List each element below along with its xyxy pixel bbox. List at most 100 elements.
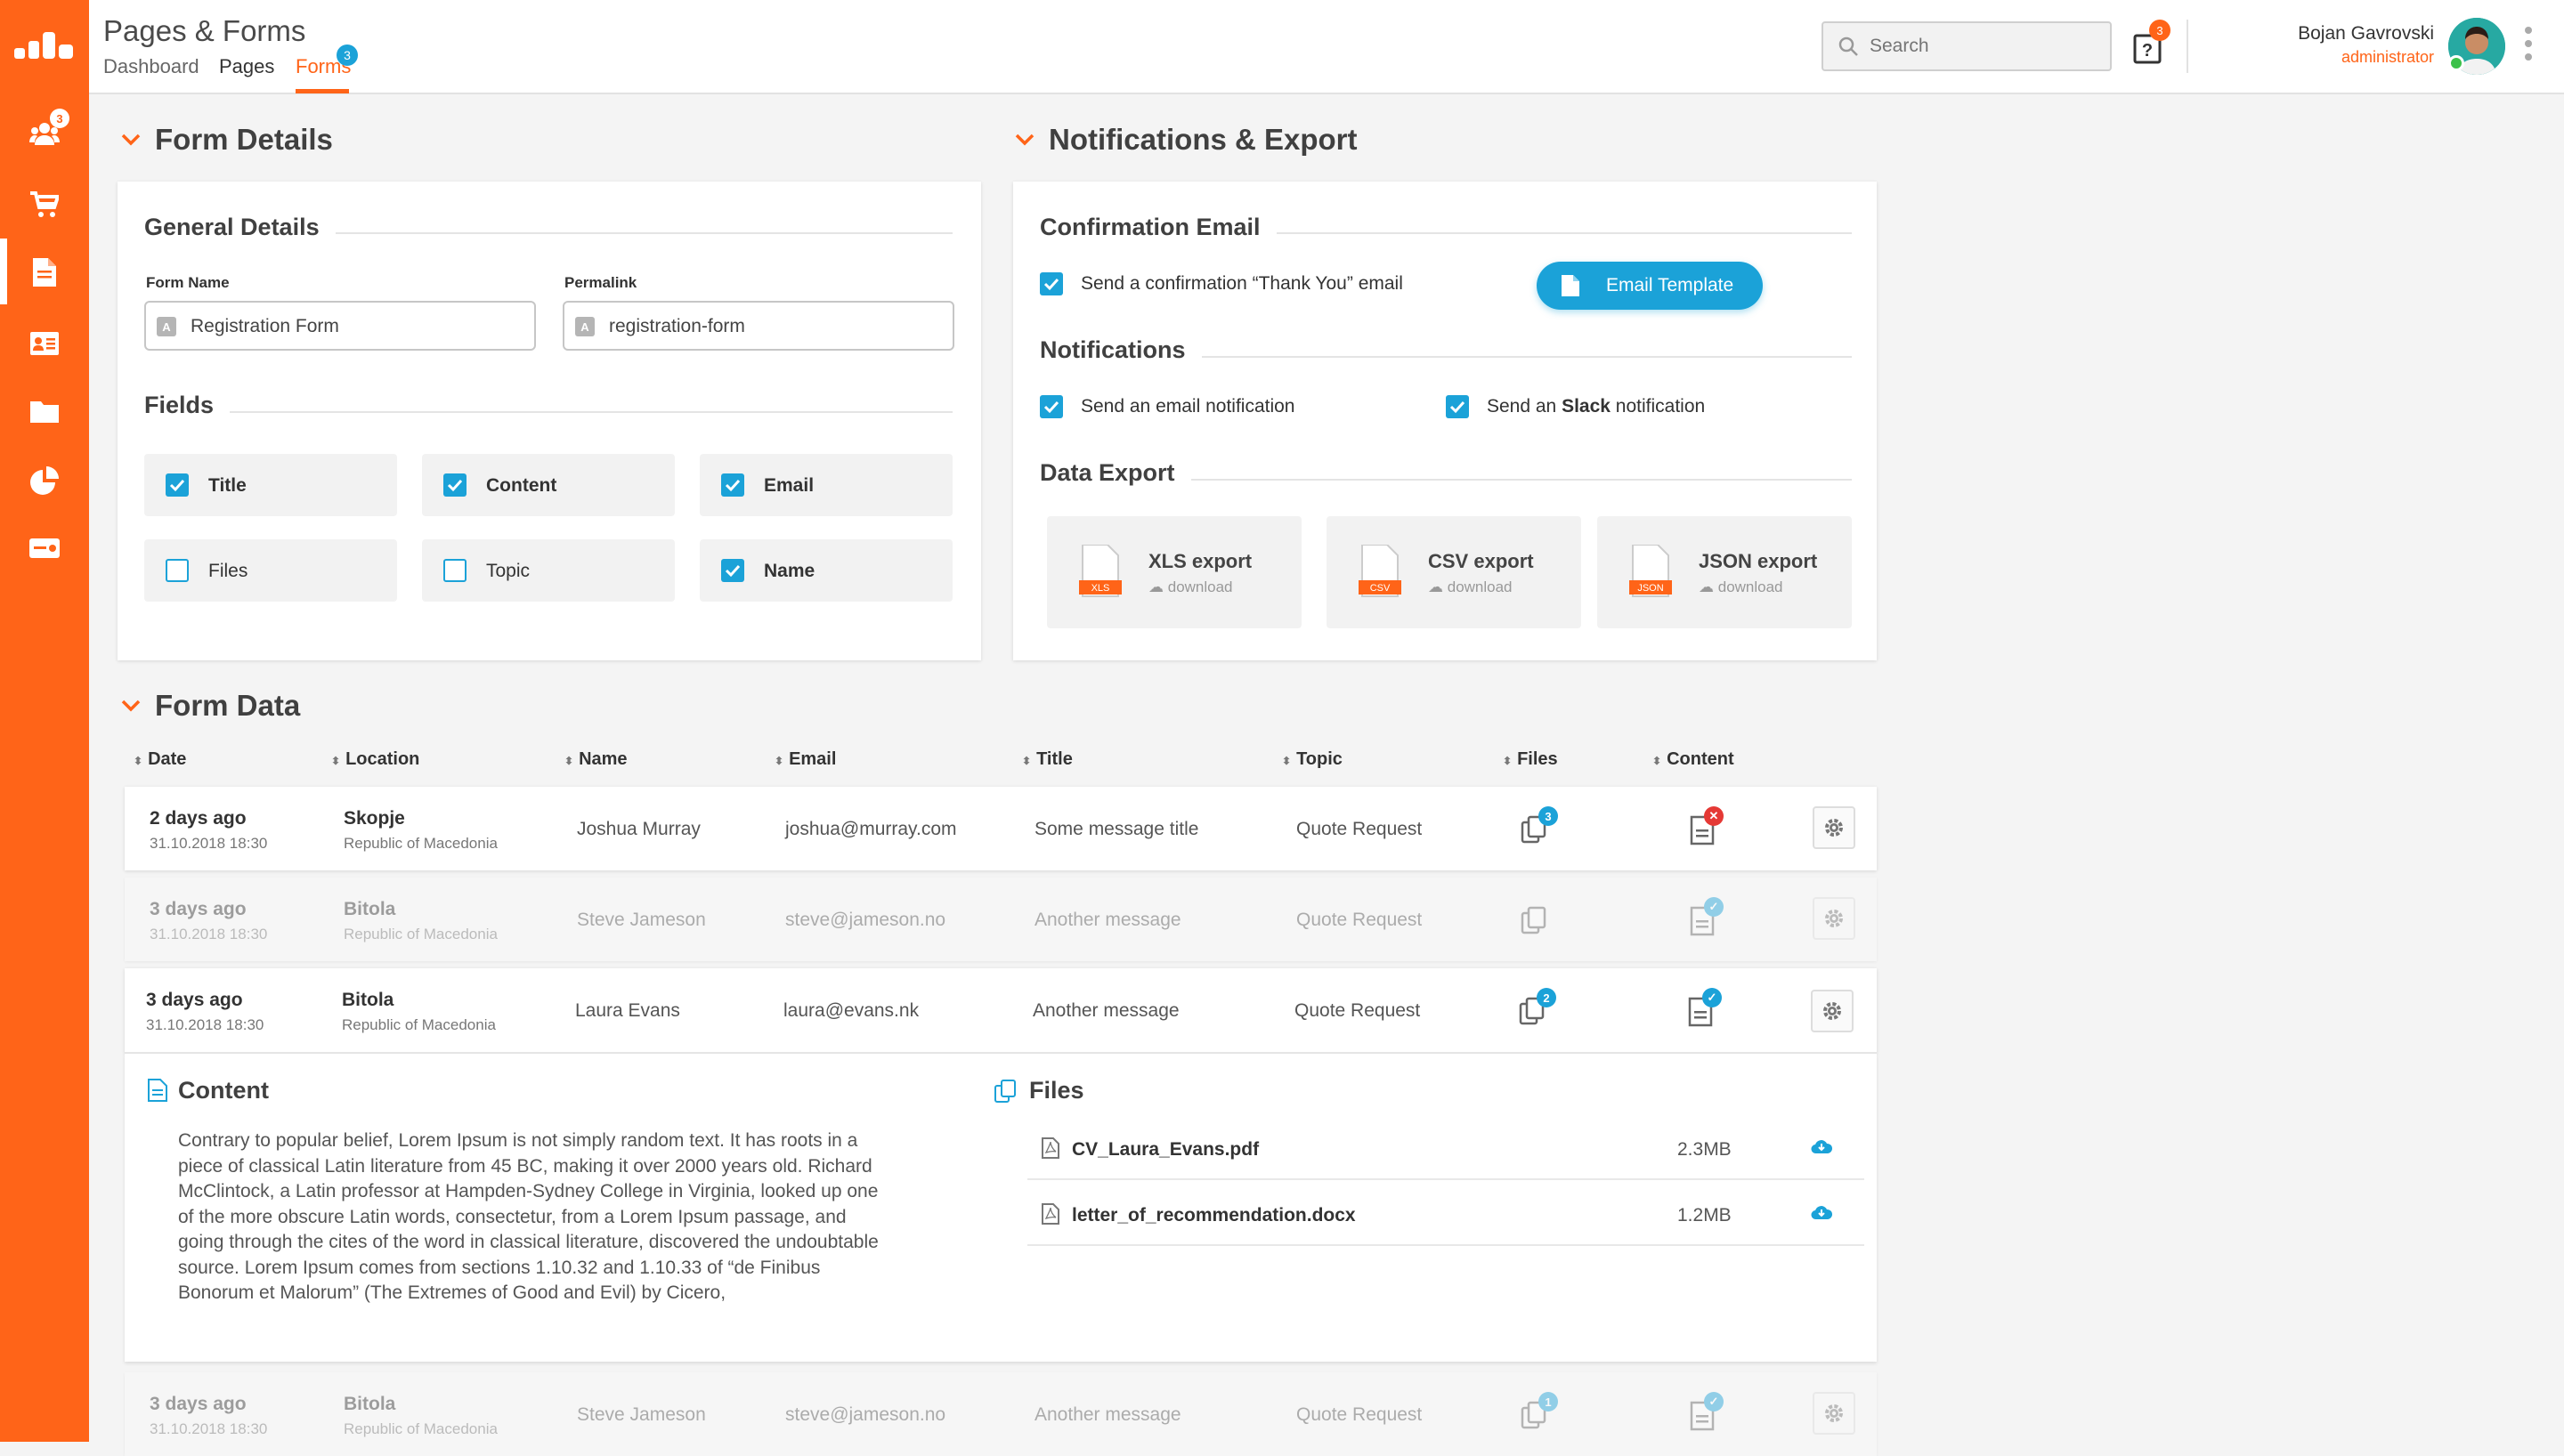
row-email[interactable]: laura@evans.nk (783, 1000, 919, 1022)
row-settings-button[interactable] (1813, 897, 1855, 940)
logo-icon[interactable] (14, 27, 75, 62)
search-input[interactable] (1870, 34, 2101, 59)
email-template-button[interactable]: Email Template (1537, 262, 1763, 310)
csv-export-card[interactable]: CSV CSV export ☁ download (1327, 516, 1581, 628)
field-option-topic[interactable]: Topic (422, 539, 675, 602)
download-link[interactable]: ☁ download (1699, 578, 1783, 596)
content-ok-icon: ✓ (1704, 1392, 1724, 1412)
file-list-item[interactable]: letter_of_recommendation.docx 1.2MB (1027, 1182, 1864, 1246)
file-list-item[interactable]: CV_Laura_Evans.pdf 2.3MB (1027, 1116, 1864, 1180)
column-header-location[interactable]: ⬍ Location (331, 749, 419, 770)
field-option-email[interactable]: Email (700, 454, 953, 516)
row-city: Skopje (344, 808, 405, 829)
chevron-down-icon[interactable] (121, 700, 141, 712)
field-option-name[interactable]: Name (700, 539, 953, 602)
row-topic: Quote Request (1296, 910, 1423, 930)
row-settings-button[interactable] (1813, 1392, 1855, 1435)
tab-pages[interactable]: Pages (219, 55, 274, 78)
checkbox-checked-icon[interactable] (721, 559, 744, 582)
gear-icon (1825, 1404, 1843, 1422)
sidebar-item-files[interactable] (27, 393, 62, 429)
form-name-label: Form Name (146, 274, 230, 291)
row-email[interactable]: steve@jameson.no (785, 910, 945, 931)
confirmation-email-option[interactable]: Send a confirmation “Thank You” email (1040, 272, 1403, 295)
file-name[interactable]: CV_Laura_Evans.pdf (1072, 1139, 1259, 1161)
table-row[interactable]: 3 days ago 31.10.2018 18:30 Bitola Repub… (125, 1372, 1877, 1456)
xls-export-card[interactable]: XLS XLS export ☁ download (1047, 516, 1302, 628)
row-city: Bitola (344, 899, 396, 919)
chevron-down-icon[interactable] (121, 133, 141, 146)
row-settings-button[interactable] (1811, 990, 1854, 1032)
column-header-date[interactable]: ⬍ Date (134, 749, 186, 770)
more-options-icon[interactable] (2525, 27, 2532, 67)
svg-text:JSON: JSON (1637, 583, 1663, 594)
page-title: Pages & Forms (103, 14, 306, 47)
cloud-download-icon[interactable] (1811, 1137, 1832, 1155)
column-header-files[interactable]: ⬍ Files (1503, 749, 1558, 770)
field-option-content[interactable]: Content (422, 454, 675, 516)
json-file-icon: JSON (1629, 545, 1672, 597)
text-field-icon: A (157, 317, 176, 336)
column-header-email[interactable]: ⬍ Email (775, 749, 836, 770)
email-notification-option[interactable]: Send an email notification (1040, 395, 1295, 418)
content-ok-icon: ✓ (1702, 988, 1722, 1007)
row-email[interactable]: joshua@murray.com (785, 819, 957, 840)
checkbox-unchecked-icon[interactable] (443, 559, 467, 582)
forms-tab-badge: 3 (337, 44, 358, 66)
checkbox-checked-icon[interactable] (443, 473, 467, 497)
table-row-expanded[interactable]: 3 days ago 31.10.2018 18:30 Bitola Repub… (125, 968, 1877, 1054)
sidebar-item-cart[interactable] (27, 187, 62, 222)
download-link[interactable]: ☁ download (1148, 578, 1233, 596)
row-name: Laura Evans (575, 1000, 680, 1021)
json-export-card[interactable]: JSON JSON export ☁ download (1597, 516, 1852, 628)
field-option-label: Topic (486, 561, 531, 581)
files-count-badge: 1 (1538, 1392, 1558, 1412)
form-name-field[interactable]: A Registration Form (144, 301, 536, 351)
row-city: Bitola (344, 1394, 396, 1414)
sidebar-item-reports[interactable] (27, 463, 62, 498)
column-header-content[interactable]: ⬍ Content (1652, 749, 1734, 770)
cloud-download-icon[interactable] (1811, 1203, 1832, 1221)
checkbox-checked-icon[interactable] (1040, 272, 1063, 295)
sidebar-item-pages[interactable] (27, 255, 62, 290)
column-header-topic[interactable]: ⬍ Topic (1282, 749, 1343, 770)
slack-notification-option[interactable]: Send an Slack notification (1446, 395, 1705, 418)
column-header-title[interactable]: ⬍ Title (1022, 749, 1073, 770)
search-box[interactable] (1822, 21, 2112, 71)
checkbox-checked-icon[interactable] (166, 473, 189, 497)
file-name[interactable]: letter_of_recommendation.docx (1072, 1205, 1356, 1226)
checkbox-unchecked-icon[interactable] (166, 559, 189, 582)
row-date: 3 days ago (150, 899, 247, 919)
page-icon (33, 258, 56, 287)
checkbox-checked-icon[interactable] (1040, 395, 1063, 418)
row-country: Republic of Macedonia (344, 1420, 498, 1437)
svg-text:CSV: CSV (1370, 583, 1391, 594)
tab-dashboard[interactable]: Dashboard (103, 55, 199, 78)
table-row[interactable]: 3 days ago 31.10.2018 18:30 Bitola Repub… (125, 878, 1877, 961)
sidebar-item-tickets[interactable] (27, 530, 62, 566)
row-settings-button[interactable] (1813, 806, 1855, 849)
column-header-name[interactable]: ⬍ Name (564, 749, 628, 770)
row-name: Steve Jameson (577, 1404, 706, 1425)
chevron-down-icon[interactable] (1015, 133, 1035, 146)
form-details-card: General Details Form Name A Registration… (118, 182, 981, 660)
row-details-panel: Content Contrary to popular belief, Lore… (125, 1054, 1877, 1362)
files-icon[interactable] (1521, 904, 1547, 934)
sidebar-item-contacts[interactable] (27, 326, 62, 361)
checkbox-checked-icon[interactable] (1446, 395, 1469, 418)
notifications-title: Notifications (1040, 336, 1202, 364)
table-row[interactable]: 2 days ago 31.10.2018 18:30 Skopje Repub… (125, 787, 1877, 870)
pdf-file-icon (1042, 1137, 1059, 1159)
permalink-field[interactable]: A registration-form (563, 301, 954, 351)
field-option-files[interactable]: Files (144, 539, 397, 602)
field-option-label: Files (208, 561, 248, 581)
files-icon (994, 1080, 1016, 1103)
row-email[interactable]: steve@jameson.no (785, 1404, 945, 1426)
field-option-title[interactable]: Title (144, 454, 397, 516)
file-size: 2.3MB (1677, 1139, 1732, 1160)
user-name[interactable]: Bojan Gavrovski (2206, 23, 2434, 44)
permalink-value: registration-form (609, 316, 745, 336)
download-link[interactable]: ☁ download (1428, 578, 1513, 596)
checkbox-checked-icon[interactable] (721, 473, 744, 497)
active-tab-underline (296, 89, 349, 93)
